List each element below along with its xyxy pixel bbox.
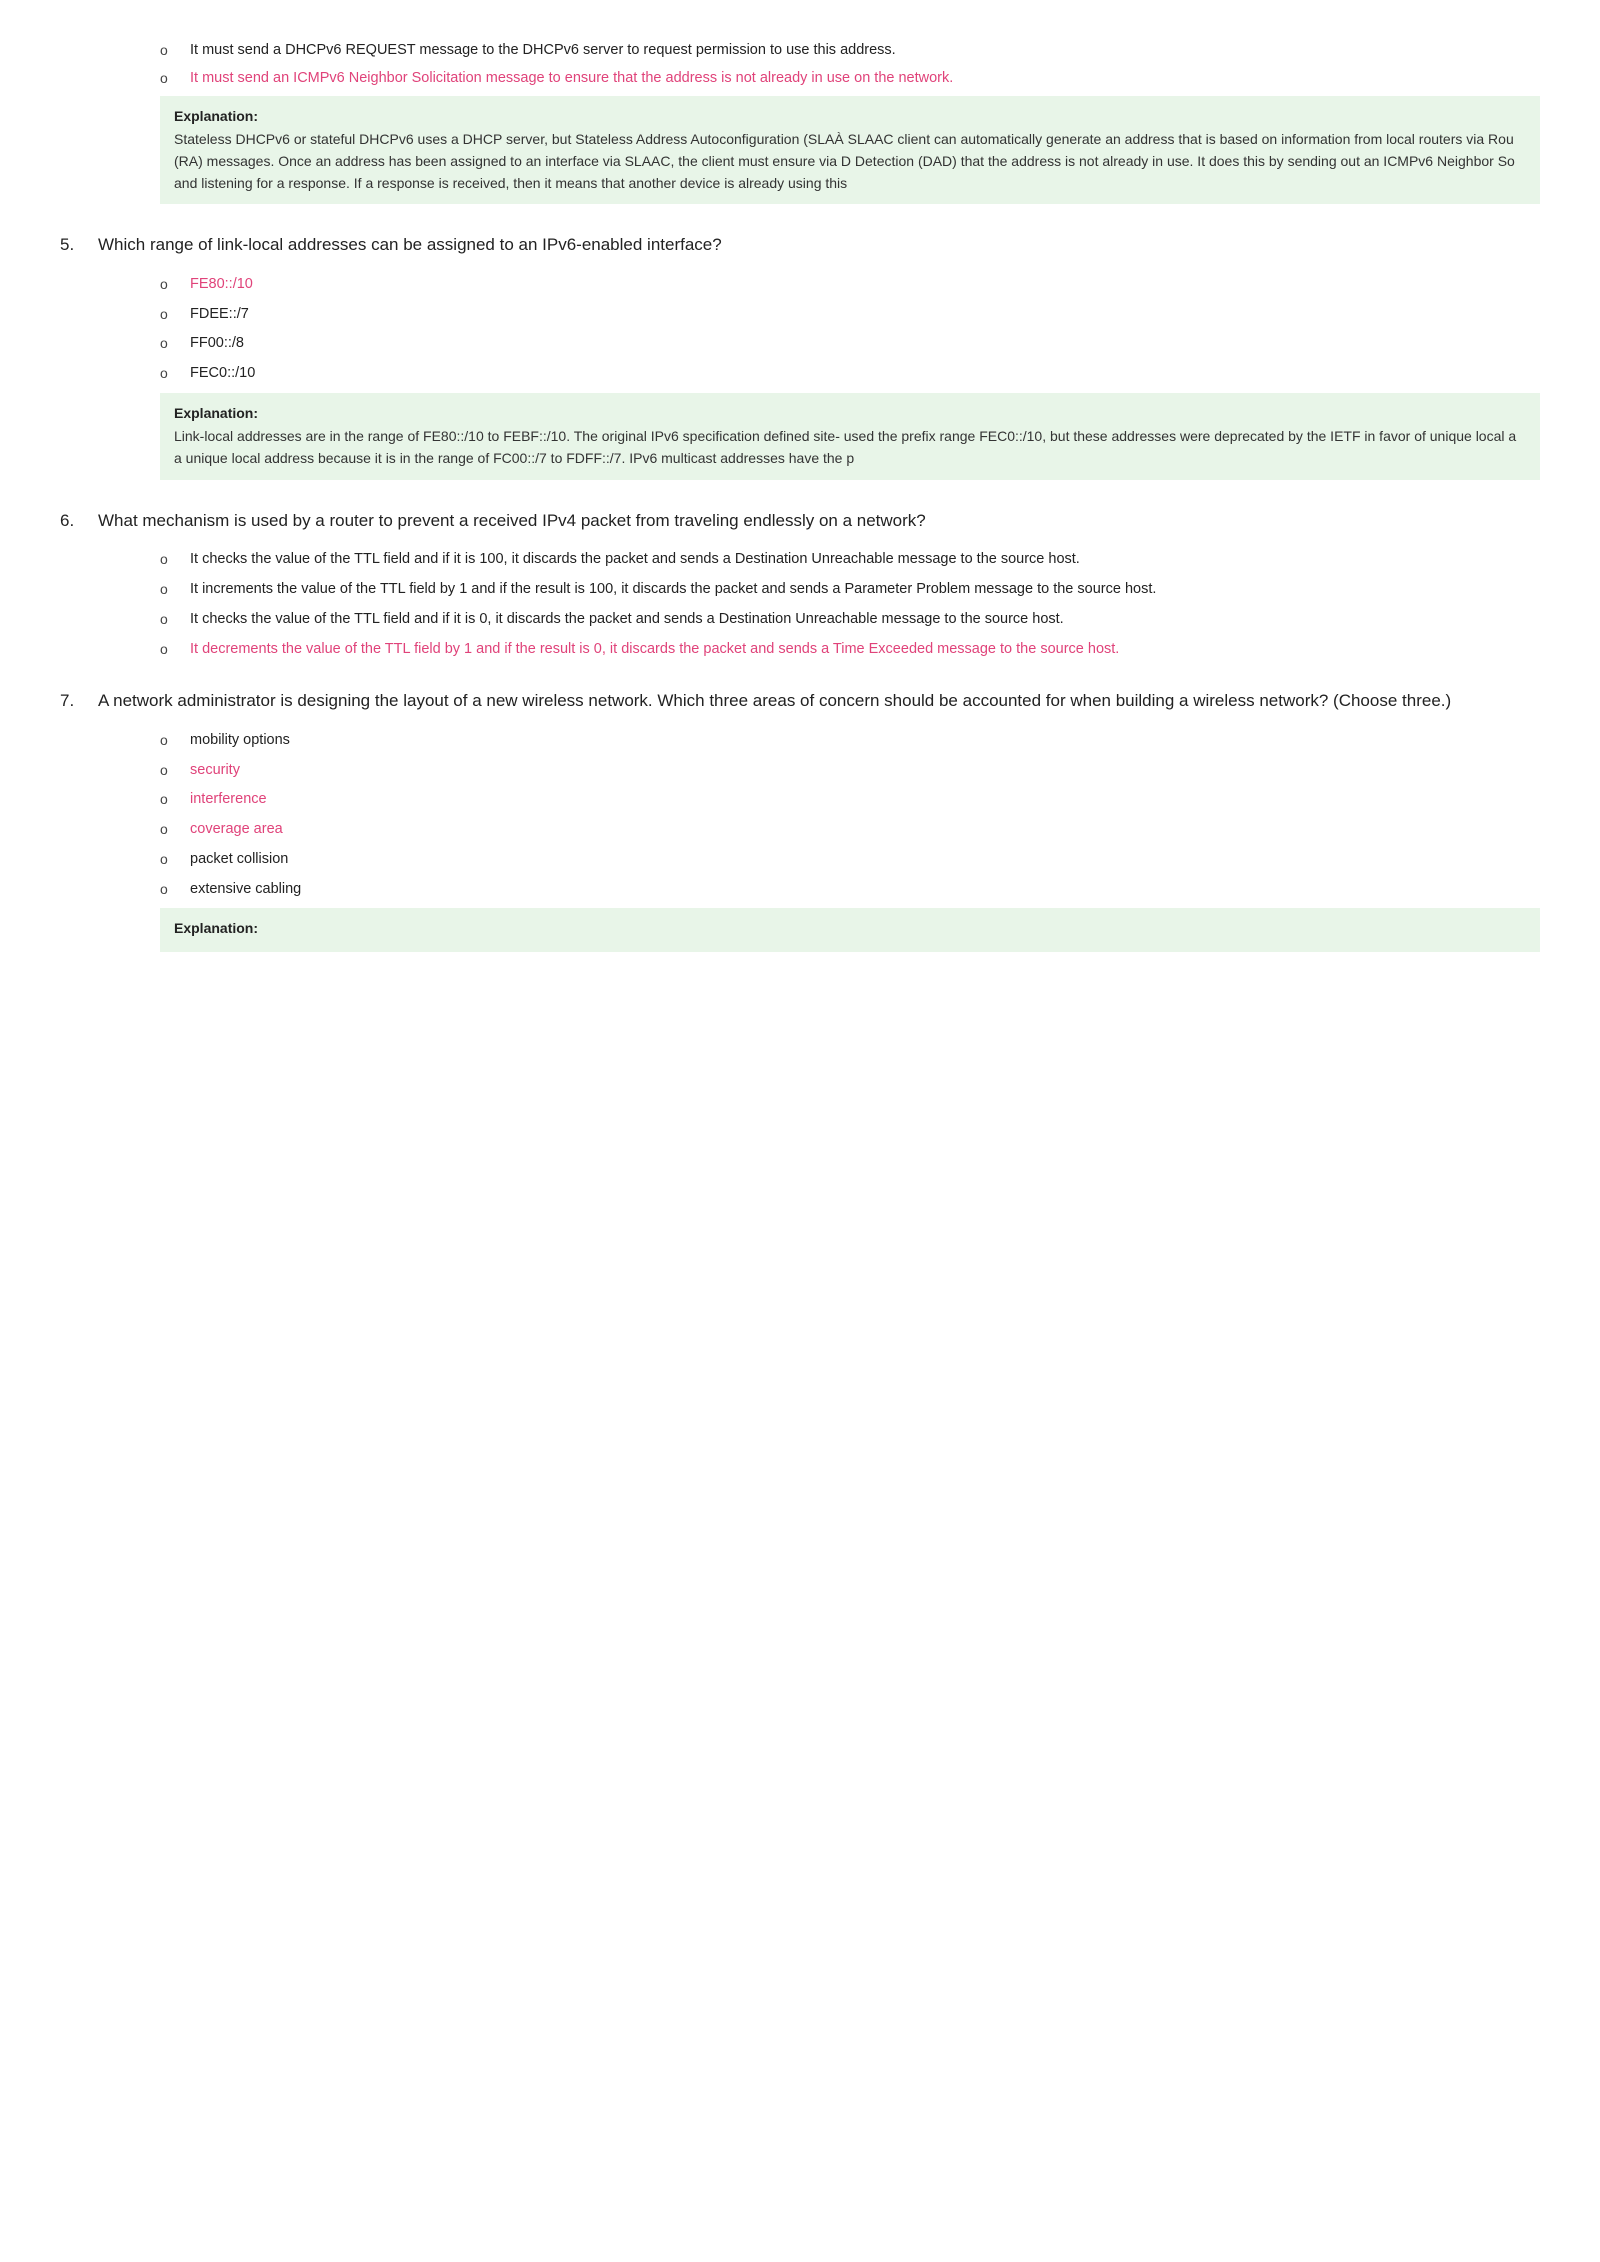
option-text-5-2: FF00::/8 — [190, 333, 1540, 355]
option-7-0: o mobility options — [160, 730, 1540, 752]
option-bullet-7-5: o — [160, 879, 176, 900]
option-text-6-0: It checks the value of the TTL field and… — [190, 549, 1540, 571]
option-text-7-3: coverage area — [190, 819, 1540, 841]
option-6-1: o It increments the value of the TTL fiel… — [160, 579, 1540, 601]
top-explanation-text: Stateless DHCPv6 or stateful DHCPv6 uses… — [174, 129, 1526, 194]
option-5-3: o FEC0::/10 — [160, 363, 1540, 385]
question-text-5: Which range of link-local addresses can … — [98, 232, 722, 258]
option-text-7-2: interference — [190, 789, 1540, 811]
bullet-symbol: o — [160, 40, 176, 61]
option-bullet-6-1: o — [160, 579, 176, 600]
bullet-symbol-2: o — [160, 68, 176, 89]
option-7-5: o extensive cabling — [160, 879, 1540, 901]
option-6-2: o It checks the value of the TTL field an… — [160, 609, 1540, 631]
top-section: o It must send a DHCPv6 REQUEST message … — [60, 40, 1540, 204]
option-bullet-7-2: o — [160, 789, 176, 810]
top-option-text-2-correct: It must send an ICMPv6 Neighbor Solicita… — [190, 68, 1540, 90]
top-explanation-label: Explanation: — [174, 106, 1526, 128]
option-6-3: o It decrements the value of the TTL fiel… — [160, 639, 1540, 661]
option-7-2: o interference — [160, 789, 1540, 811]
question-6: 6. What mechanism is used by a router to … — [60, 508, 1540, 534]
option-6-0: o It checks the value of the TTL field an… — [160, 549, 1540, 571]
option-5-0: o FE80::/10 — [160, 274, 1540, 296]
question-section-7: 7. A network administrator is designing t… — [60, 688, 1540, 952]
option-text-7-5: extensive cabling — [190, 879, 1540, 901]
option-bullet-7-3: o — [160, 819, 176, 840]
option-bullet-5-2: o — [160, 333, 176, 354]
question-num-6: 6. — [60, 508, 88, 534]
explanation-box-5: Explanation:Link-local addresses are in … — [160, 393, 1540, 480]
options-6: o It checks the value of the TTL field an… — [160, 549, 1540, 660]
top-option-text-1: It must send a DHCPv6 REQUEST message to… — [190, 40, 1540, 62]
option-text-5-0: FE80::/10 — [190, 274, 1540, 296]
top-bullets-list: o It must send a DHCPv6 REQUEST message … — [160, 40, 1540, 90]
question-7: 7. A network administrator is designing t… — [60, 688, 1540, 714]
top-explanation-box: Explanation: Stateless DHCPv6 or statefu… — [160, 96, 1540, 205]
options-7: omobility optionsosecurityointerferenceo… — [160, 730, 1540, 901]
question-text-7: A network administrator is designing the… — [98, 688, 1451, 714]
option-7-4: o packet collision — [160, 849, 1540, 871]
option-text-7-0: mobility options — [190, 730, 1540, 752]
option-text-5-1: FDEE::/7 — [190, 304, 1540, 326]
option-bullet-5-1: o — [160, 304, 176, 325]
option-bullet-5-3: o — [160, 363, 176, 384]
options-5: oFE80::/10oFDEE::/7oFF00::/8oFEC0::/10 — [160, 274, 1540, 385]
option-bullet-7-0: o — [160, 730, 176, 751]
explanation-box-7: Explanation: — [160, 908, 1540, 952]
option-text-5-3: FEC0::/10 — [190, 363, 1540, 385]
option-text-6-3: It decrements the value of the TTL field… — [190, 639, 1540, 661]
option-5-1: o FDEE::/7 — [160, 304, 1540, 326]
explanation-label-5: Explanation: — [174, 403, 1526, 425]
question-num-7: 7. — [60, 688, 88, 714]
explanation-text-5: Link-local addresses are in the range of… — [174, 426, 1526, 469]
questions-container: 5. Which range of link-local addresses ca… — [60, 232, 1540, 952]
explanation-label-7: Explanation: — [174, 918, 1526, 940]
question-text-6: What mechanism is used by a router to pr… — [98, 508, 926, 534]
option-bullet-7-1: o — [160, 760, 176, 781]
option-text-6-2: It checks the value of the TTL field and… — [190, 609, 1540, 631]
question-section-6: 6. What mechanism is used by a router to … — [60, 508, 1540, 661]
option-text-7-1: security — [190, 760, 1540, 782]
option-bullet-5-0: o — [160, 274, 176, 295]
option-bullet-6-2: o — [160, 609, 176, 630]
question-section-5: 5. Which range of link-local addresses ca… — [60, 232, 1540, 480]
top-bullet-2: o It must send an ICMPv6 Neighbor Solici… — [160, 68, 1540, 90]
top-bullet-1: o It must send a DHCPv6 REQUEST message … — [160, 40, 1540, 62]
question-5: 5. Which range of link-local addresses ca… — [60, 232, 1540, 258]
option-bullet-7-4: o — [160, 849, 176, 870]
option-text-7-4: packet collision — [190, 849, 1540, 871]
option-5-2: o FF00::/8 — [160, 333, 1540, 355]
option-bullet-6-0: o — [160, 549, 176, 570]
option-7-3: o coverage area — [160, 819, 1540, 841]
question-num-5: 5. — [60, 232, 88, 258]
option-text-6-1: It increments the value of the TTL field… — [190, 579, 1540, 601]
option-bullet-6-3: o — [160, 639, 176, 660]
option-7-1: o security — [160, 760, 1540, 782]
